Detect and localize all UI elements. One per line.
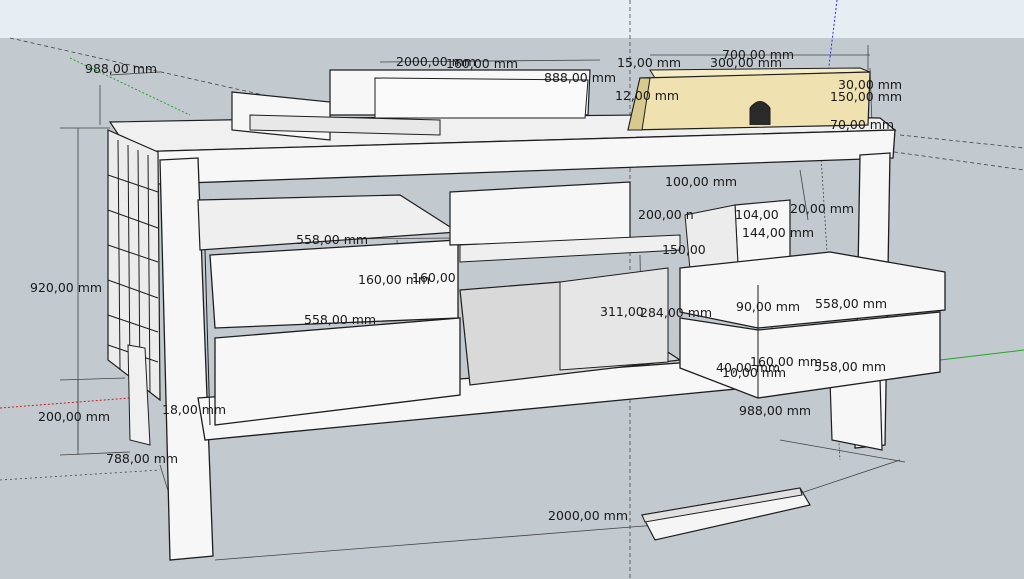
dim-label[interactable]: 160,00 mm: [446, 57, 518, 71]
dim-label[interactable]: 558,00 mm: [814, 360, 886, 374]
right-side-leg: [829, 377, 883, 451]
dim-label[interactable]: 888,00 mm: [544, 71, 616, 85]
dim-label[interactable]: 311,00: [600, 305, 644, 319]
dim-label[interactable]: 558,00 mm: [815, 297, 887, 311]
dim-label[interactable]: 200,00 n: [638, 208, 694, 222]
dim-label[interactable]: 15,00 mm: [617, 56, 681, 70]
dim-label[interactable]: 284,00 mm: [640, 306, 712, 320]
dim-label[interactable]: 90,00 mm: [736, 300, 800, 314]
dim-label[interactable]: 18,00 mm: [162, 403, 226, 417]
dim-label[interactable]: 788,00 mm: [106, 452, 178, 466]
dim-label[interactable]: 200,00 mm: [38, 410, 110, 424]
dim-label[interactable]: 104,00: [735, 208, 779, 222]
dim-label[interactable]: 150,00: [662, 243, 706, 257]
dim-label[interactable]: 920,00 mm: [30, 281, 102, 295]
green-axis: [939, 349, 1024, 361]
fence-opening: [749, 101, 771, 125]
red-axis: [0, 397, 131, 409]
dim-label[interactable]: 988,00 mm: [85, 62, 157, 76]
dim-label[interactable]: 144,00 mm: [742, 226, 814, 240]
dim-label[interactable]: 988,00 mm: [739, 404, 811, 418]
dim-label[interactable]: 558,00 mm: [296, 233, 368, 247]
dim-label[interactable]: 558,00 mm: [304, 313, 376, 327]
dim-label[interactable]: 100,00 mm: [665, 175, 737, 189]
dim-label[interactable]: 150,00 mm: [830, 90, 902, 104]
modeling-viewport[interactable]: 988,00 mm 2000,00 mm 160,00 mm 15,00 mm …: [0, 0, 1024, 579]
dim-label[interactable]: 12,00 mm: [615, 89, 679, 103]
center-upper-box: [449, 181, 631, 246]
dim-label[interactable]: 70,00 mm: [830, 118, 894, 132]
dim-label[interactable]: 160,00: [412, 271, 456, 285]
dim-label[interactable]: 20,00 mm: [790, 202, 854, 216]
dim-label[interactable]: 300,00 mm: [710, 56, 782, 70]
dim-label[interactable]: 10,00 mm: [722, 366, 786, 380]
dim-label[interactable]: 2000,00 mm: [548, 509, 628, 523]
